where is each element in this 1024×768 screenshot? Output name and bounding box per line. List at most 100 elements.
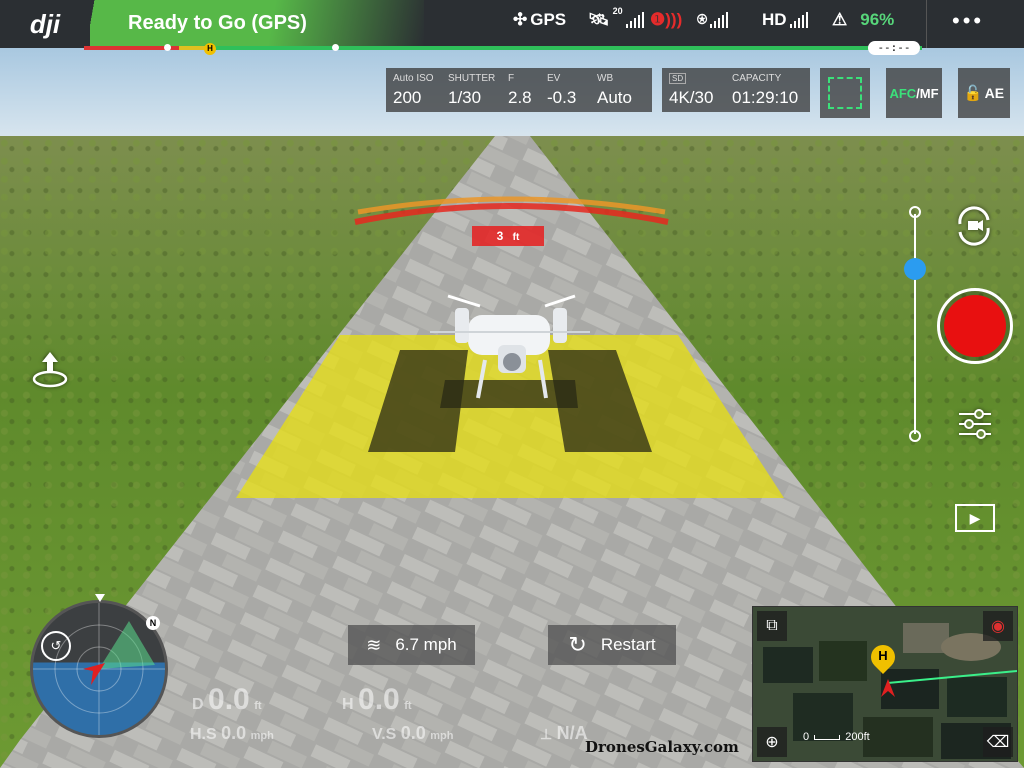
- ae-lock-button[interactable]: 🔓 AE: [958, 68, 1010, 118]
- height-value: 0.0: [358, 683, 400, 716]
- home-progress-marker: H: [204, 43, 216, 55]
- more-menu-icon[interactable]: •••: [952, 8, 984, 34]
- aircraft-icon: ✣: [513, 10, 528, 29]
- gps-signal[interactable]: 🛰 20: [588, 6, 644, 30]
- home-point-icon: ↺: [41, 631, 71, 661]
- height-label: H: [342, 696, 354, 713]
- shutter-label: SHUTTER: [448, 73, 496, 84]
- flight-status-text[interactable]: Ready to Go (GPS): [128, 12, 307, 35]
- zoom-in-icon: ⊕: [765, 734, 779, 751]
- dji-logo[interactable]: dji: [0, 0, 90, 48]
- obstacle-warning-icon: ❶))): [650, 10, 683, 29]
- takeoff-icon: [32, 352, 68, 388]
- mini-map[interactable]: H ⧉ ◉ ⊕ ⌫ 0 200ft: [752, 606, 1018, 762]
- vps-value: N/A: [556, 723, 588, 743]
- camera-settings-panel[interactable]: Auto ISO 200 SHUTTER 1/30 F 2.8 EV -0.3 …: [386, 68, 652, 112]
- compass-icon: ◉: [991, 618, 1005, 635]
- satellite-count: 20: [612, 6, 623, 16]
- vertical-speed-value: 0.0: [400, 723, 426, 743]
- satellite-icon: 🛰: [588, 10, 610, 29]
- gimbal-slider[interactable]: [904, 206, 926, 442]
- wb-value: Auto: [597, 88, 632, 107]
- distance-telemetry: D 0.0 ft: [192, 683, 262, 717]
- camera-switch-icon: [958, 206, 990, 246]
- vertical-speed-unit: mph: [430, 730, 454, 742]
- progress-marker: [332, 44, 339, 51]
- watermark: DronesGalaxy.com: [585, 738, 739, 756]
- gimbal-slider-top: [909, 206, 921, 218]
- camera-settings-button[interactable]: [955, 404, 995, 444]
- mf-label: /MF: [916, 85, 939, 101]
- wind-speed: 6.7 mph: [395, 635, 457, 654]
- compass-north: N: [146, 616, 160, 630]
- auto-takeoff-button[interactable]: [30, 348, 70, 390]
- map-layers-icon: ⧉: [766, 617, 778, 634]
- focus-frame-icon: [828, 77, 862, 109]
- wind-icon: ≋: [366, 634, 382, 655]
- afc-label: AFC: [889, 85, 917, 101]
- remote-controller-signal[interactable]: ⍟: [697, 10, 729, 30]
- capacity-label: CAPACITY: [732, 73, 782, 84]
- vps-icon: ⊥: [540, 726, 553, 742]
- scale-start: 0: [803, 731, 810, 743]
- gps-signal-bars: [625, 12, 644, 28]
- ev-value: -0.3: [547, 88, 577, 107]
- gimbal-slider-track: [914, 214, 916, 434]
- distance-unit: ft: [254, 700, 262, 712]
- restart-button[interactable]: ↻ Restart: [548, 625, 676, 665]
- gps-label: GPS: [530, 10, 567, 29]
- distance-value: 0.0: [208, 683, 250, 716]
- shutter-value: 1/30: [448, 88, 482, 107]
- battery-percent: 96%: [860, 10, 895, 29]
- play-icon: ▶: [969, 509, 981, 526]
- remote-controller-icon: ⍟: [697, 10, 708, 29]
- gimbal-slider-handle[interactable]: [904, 258, 926, 280]
- compass-heading-marker: [95, 594, 105, 602]
- wind-speed-indicator: ≋ 6.7 mph: [348, 625, 475, 665]
- record-dot: [944, 295, 1006, 357]
- storage-panel[interactable]: SD 4K/30 CAPACITY 01:29:10: [662, 68, 810, 112]
- distance-label: D: [192, 696, 204, 713]
- focus-frame-button[interactable]: [820, 68, 870, 118]
- battery-status[interactable]: ⚠ 96%: [832, 10, 894, 30]
- rc-signal-bars: [710, 12, 729, 28]
- wb-label: WB: [597, 73, 614, 84]
- focus-mode-toggle[interactable]: AFC/MF: [886, 68, 942, 118]
- ae-label: AE: [984, 85, 1005, 101]
- scale-end: 200ft: [845, 731, 870, 743]
- video-link-signal[interactable]: HD: [762, 10, 808, 30]
- battery-icon: ⚠: [832, 10, 848, 29]
- ev-label: EV: [547, 73, 561, 84]
- map-switch-button[interactable]: ⧉: [757, 611, 787, 641]
- hd-signal-bars: [789, 12, 808, 28]
- scale-bar: [814, 735, 841, 740]
- aircraft-status[interactable]: ✣ GPS: [513, 10, 566, 30]
- photo-video-switch[interactable]: [952, 206, 996, 246]
- map-terrain: [753, 607, 1017, 761]
- vps-telemetry: ⊥ N/A: [540, 723, 588, 744]
- progress-marker: [164, 44, 171, 51]
- vertical-speed-telemetry: V.S 0.0 mph: [372, 723, 454, 744]
- eraser-icon: ⌫: [986, 734, 1010, 751]
- obstacle-distance-value: 3: [496, 229, 504, 243]
- settings-sliders-icon: [959, 409, 991, 439]
- map-zoom-button[interactable]: ⊕: [757, 727, 787, 757]
- height-unit: ft: [404, 700, 412, 712]
- map-orientation-button[interactable]: ◉: [983, 611, 1013, 641]
- gimbal-slider-bottom: [909, 430, 921, 442]
- topbar-separator: [926, 0, 927, 48]
- record-button[interactable]: [937, 288, 1013, 364]
- height-telemetry: H 0.0 ft: [342, 683, 412, 717]
- hd-label: HD: [762, 10, 787, 29]
- restart-label: Restart: [600, 635, 656, 654]
- video-resolution: 4K/30: [669, 88, 714, 107]
- aperture-value: 2.8: [508, 88, 532, 107]
- clear-path-button[interactable]: ⌫: [983, 727, 1013, 757]
- obstacle-sensing-status[interactable]: ❶))): [650, 10, 682, 30]
- iso-label: Auto ISO: [393, 73, 434, 84]
- iso-value: 200: [393, 88, 422, 107]
- unlock-icon: 🔓: [963, 85, 983, 102]
- map-scale: 0 200ft: [803, 731, 870, 743]
- playback-button[interactable]: ▶: [955, 504, 995, 532]
- sd-card-label: SD: [669, 73, 687, 84]
